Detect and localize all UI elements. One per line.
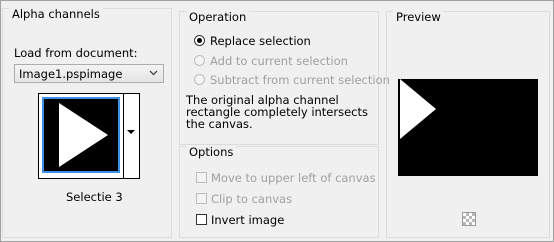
clip-to-canvas-checkbox[interactable] bbox=[196, 193, 207, 204]
alpha-channel-thumbnail-picker[interactable] bbox=[38, 93, 140, 179]
add-to-selection-radio[interactable] bbox=[194, 55, 205, 66]
channel-name-label: Selectie 3 bbox=[66, 190, 123, 204]
chevron-down-icon bbox=[149, 70, 158, 76]
document-select[interactable]: Image1.pspimage bbox=[14, 64, 164, 83]
add-to-selection-label[interactable]: Add to current selection bbox=[210, 54, 348, 68]
document-select-value: Image1.pspimage bbox=[19, 67, 123, 81]
preview-title: Preview bbox=[393, 11, 444, 24]
thumbnail-divider bbox=[123, 94, 124, 178]
move-to-upper-left-label[interactable]: Move to upper left of canvas bbox=[211, 171, 376, 185]
triangle-preview-image bbox=[400, 79, 436, 139]
options-title: Options bbox=[186, 146, 237, 159]
operation-description: The original alpha channel rectangle com… bbox=[186, 93, 369, 131]
alpha-channel-thumbnail[interactable] bbox=[42, 97, 120, 173]
move-to-upper-left-checkbox[interactable] bbox=[196, 172, 207, 183]
clip-to-canvas-label[interactable]: Clip to canvas bbox=[211, 192, 292, 206]
preview-canvas bbox=[398, 79, 538, 176]
invert-image-label[interactable]: Invert image bbox=[211, 213, 284, 227]
alpha-channels-title: Alpha channels bbox=[9, 8, 103, 21]
invert-image-checkbox[interactable] bbox=[196, 214, 207, 225]
triangle-thumbnail-image bbox=[59, 103, 108, 167]
checkerboard-icon[interactable] bbox=[462, 212, 476, 226]
operation-title: Operation bbox=[186, 11, 250, 24]
thumbnail-dropdown-arrow-icon[interactable] bbox=[127, 130, 135, 134]
replace-selection-label[interactable]: Replace selection bbox=[210, 34, 311, 48]
subtract-from-selection-label[interactable]: Subtract from current selection bbox=[210, 73, 390, 87]
subtract-from-selection-radio[interactable] bbox=[194, 74, 205, 85]
load-from-document-label: Load from document: bbox=[14, 46, 138, 60]
replace-selection-radio[interactable] bbox=[194, 35, 205, 46]
